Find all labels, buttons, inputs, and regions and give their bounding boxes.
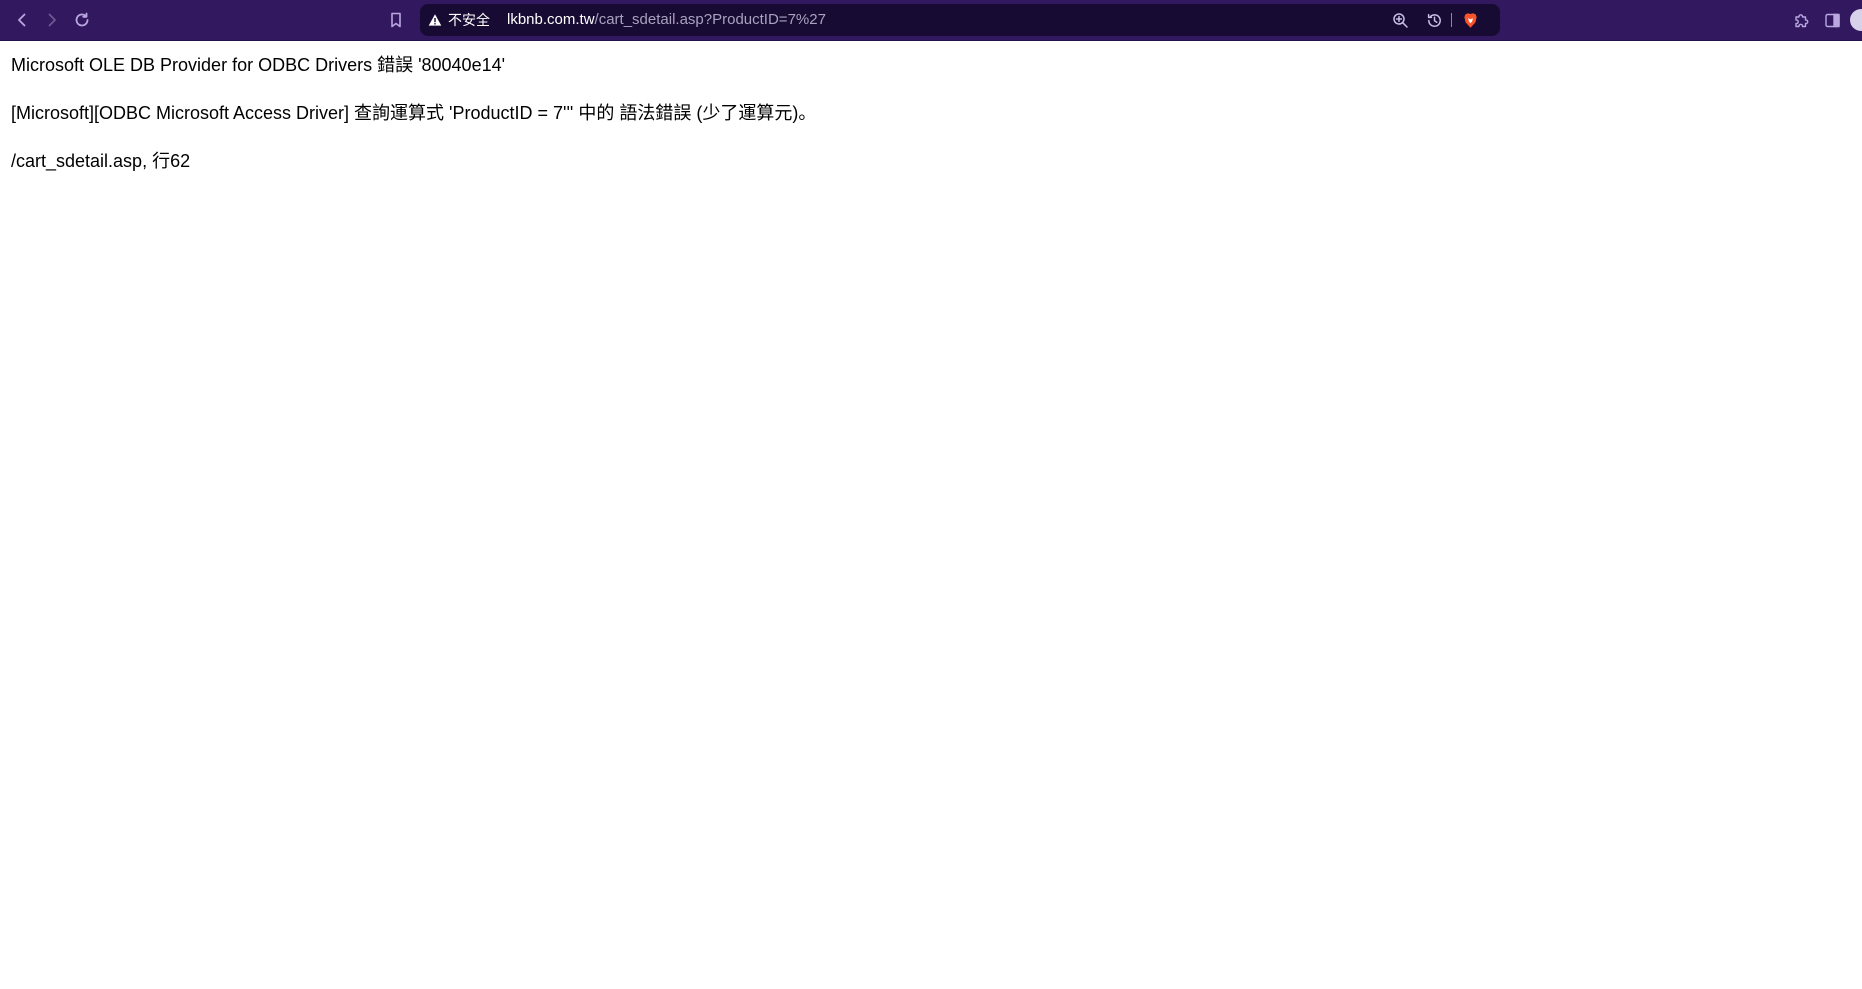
reload-button[interactable]: [69, 8, 95, 32]
zoom-button[interactable]: [1390, 10, 1410, 30]
chevron-left-icon: [18, 13, 26, 27]
security-label: 不安全: [448, 13, 490, 29]
address-bar[interactable]: 不安全 lkbnb.com.tw/cart_sdetail.asp?Produc…: [420, 4, 1500, 36]
chevron-right-icon: [48, 13, 56, 27]
url-host: lkbnb.com.tw: [507, 11, 595, 28]
history-icon: [1427, 13, 1441, 27]
brave-shields-button[interactable]: [1460, 10, 1480, 30]
address-bar-divider: [1451, 13, 1452, 27]
error-message: [Microsoft][ODBC Microsoft Access Driver…: [11, 103, 817, 123]
security-indicator[interactable]: 不安全: [428, 10, 490, 30]
error-title: Microsoft OLE DB Provider for ODBC Drive…: [11, 55, 506, 75]
url-path: /cart_sdetail.asp?ProductID=7%27: [594, 11, 826, 28]
brave-lion-icon: [1463, 12, 1477, 28]
error-location: /cart_sdetail.asp, 行62: [11, 151, 191, 171]
sidebar-button[interactable]: [1822, 10, 1842, 30]
sidebar-icon: [1824, 13, 1840, 27]
forward-button[interactable]: [39, 8, 65, 32]
bookmark-button[interactable]: [383, 8, 409, 32]
reload-icon: [75, 12, 89, 27]
history-button[interactable]: [1424, 10, 1444, 30]
extensions-button[interactable]: [1791, 10, 1811, 30]
warning-icon: [428, 14, 442, 26]
profile-avatar[interactable]: [1850, 9, 1862, 31]
puzzle-icon: [1794, 13, 1808, 27]
url-text[interactable]: lkbnb.com.tw/cart_sdetail.asp?ProductID=…: [507, 12, 826, 28]
browser-toolbar: 不安全 lkbnb.com.tw/cart_sdetail.asp?Produc…: [0, 0, 1862, 41]
zoom-in-icon: [1392, 12, 1408, 28]
page-content: Microsoft OLE DB Provider for ODBC Drive…: [11, 53, 816, 197]
bookmark-icon: [391, 12, 401, 28]
back-button[interactable]: [9, 8, 35, 32]
